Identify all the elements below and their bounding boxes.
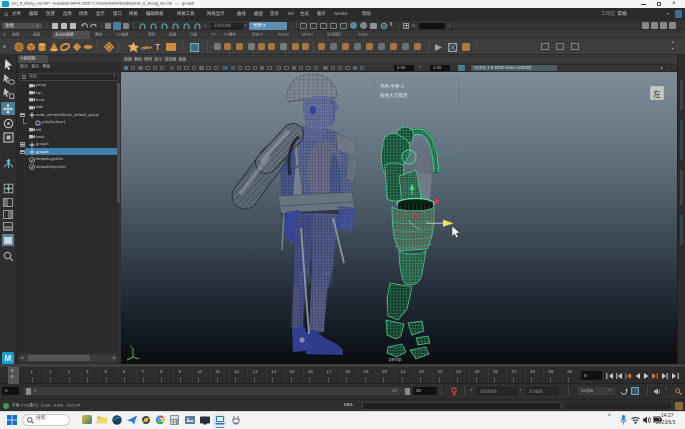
svg-text:平移:平移 X: 平移:平移 X [380, 83, 404, 90]
svg-text:persp: persp [389, 357, 402, 363]
svg-text:y: y [131, 344, 133, 349]
svg-text:按住大写锁定: 按住大写锁定 [380, 92, 408, 99]
svg-text:左: 左 [653, 89, 661, 99]
